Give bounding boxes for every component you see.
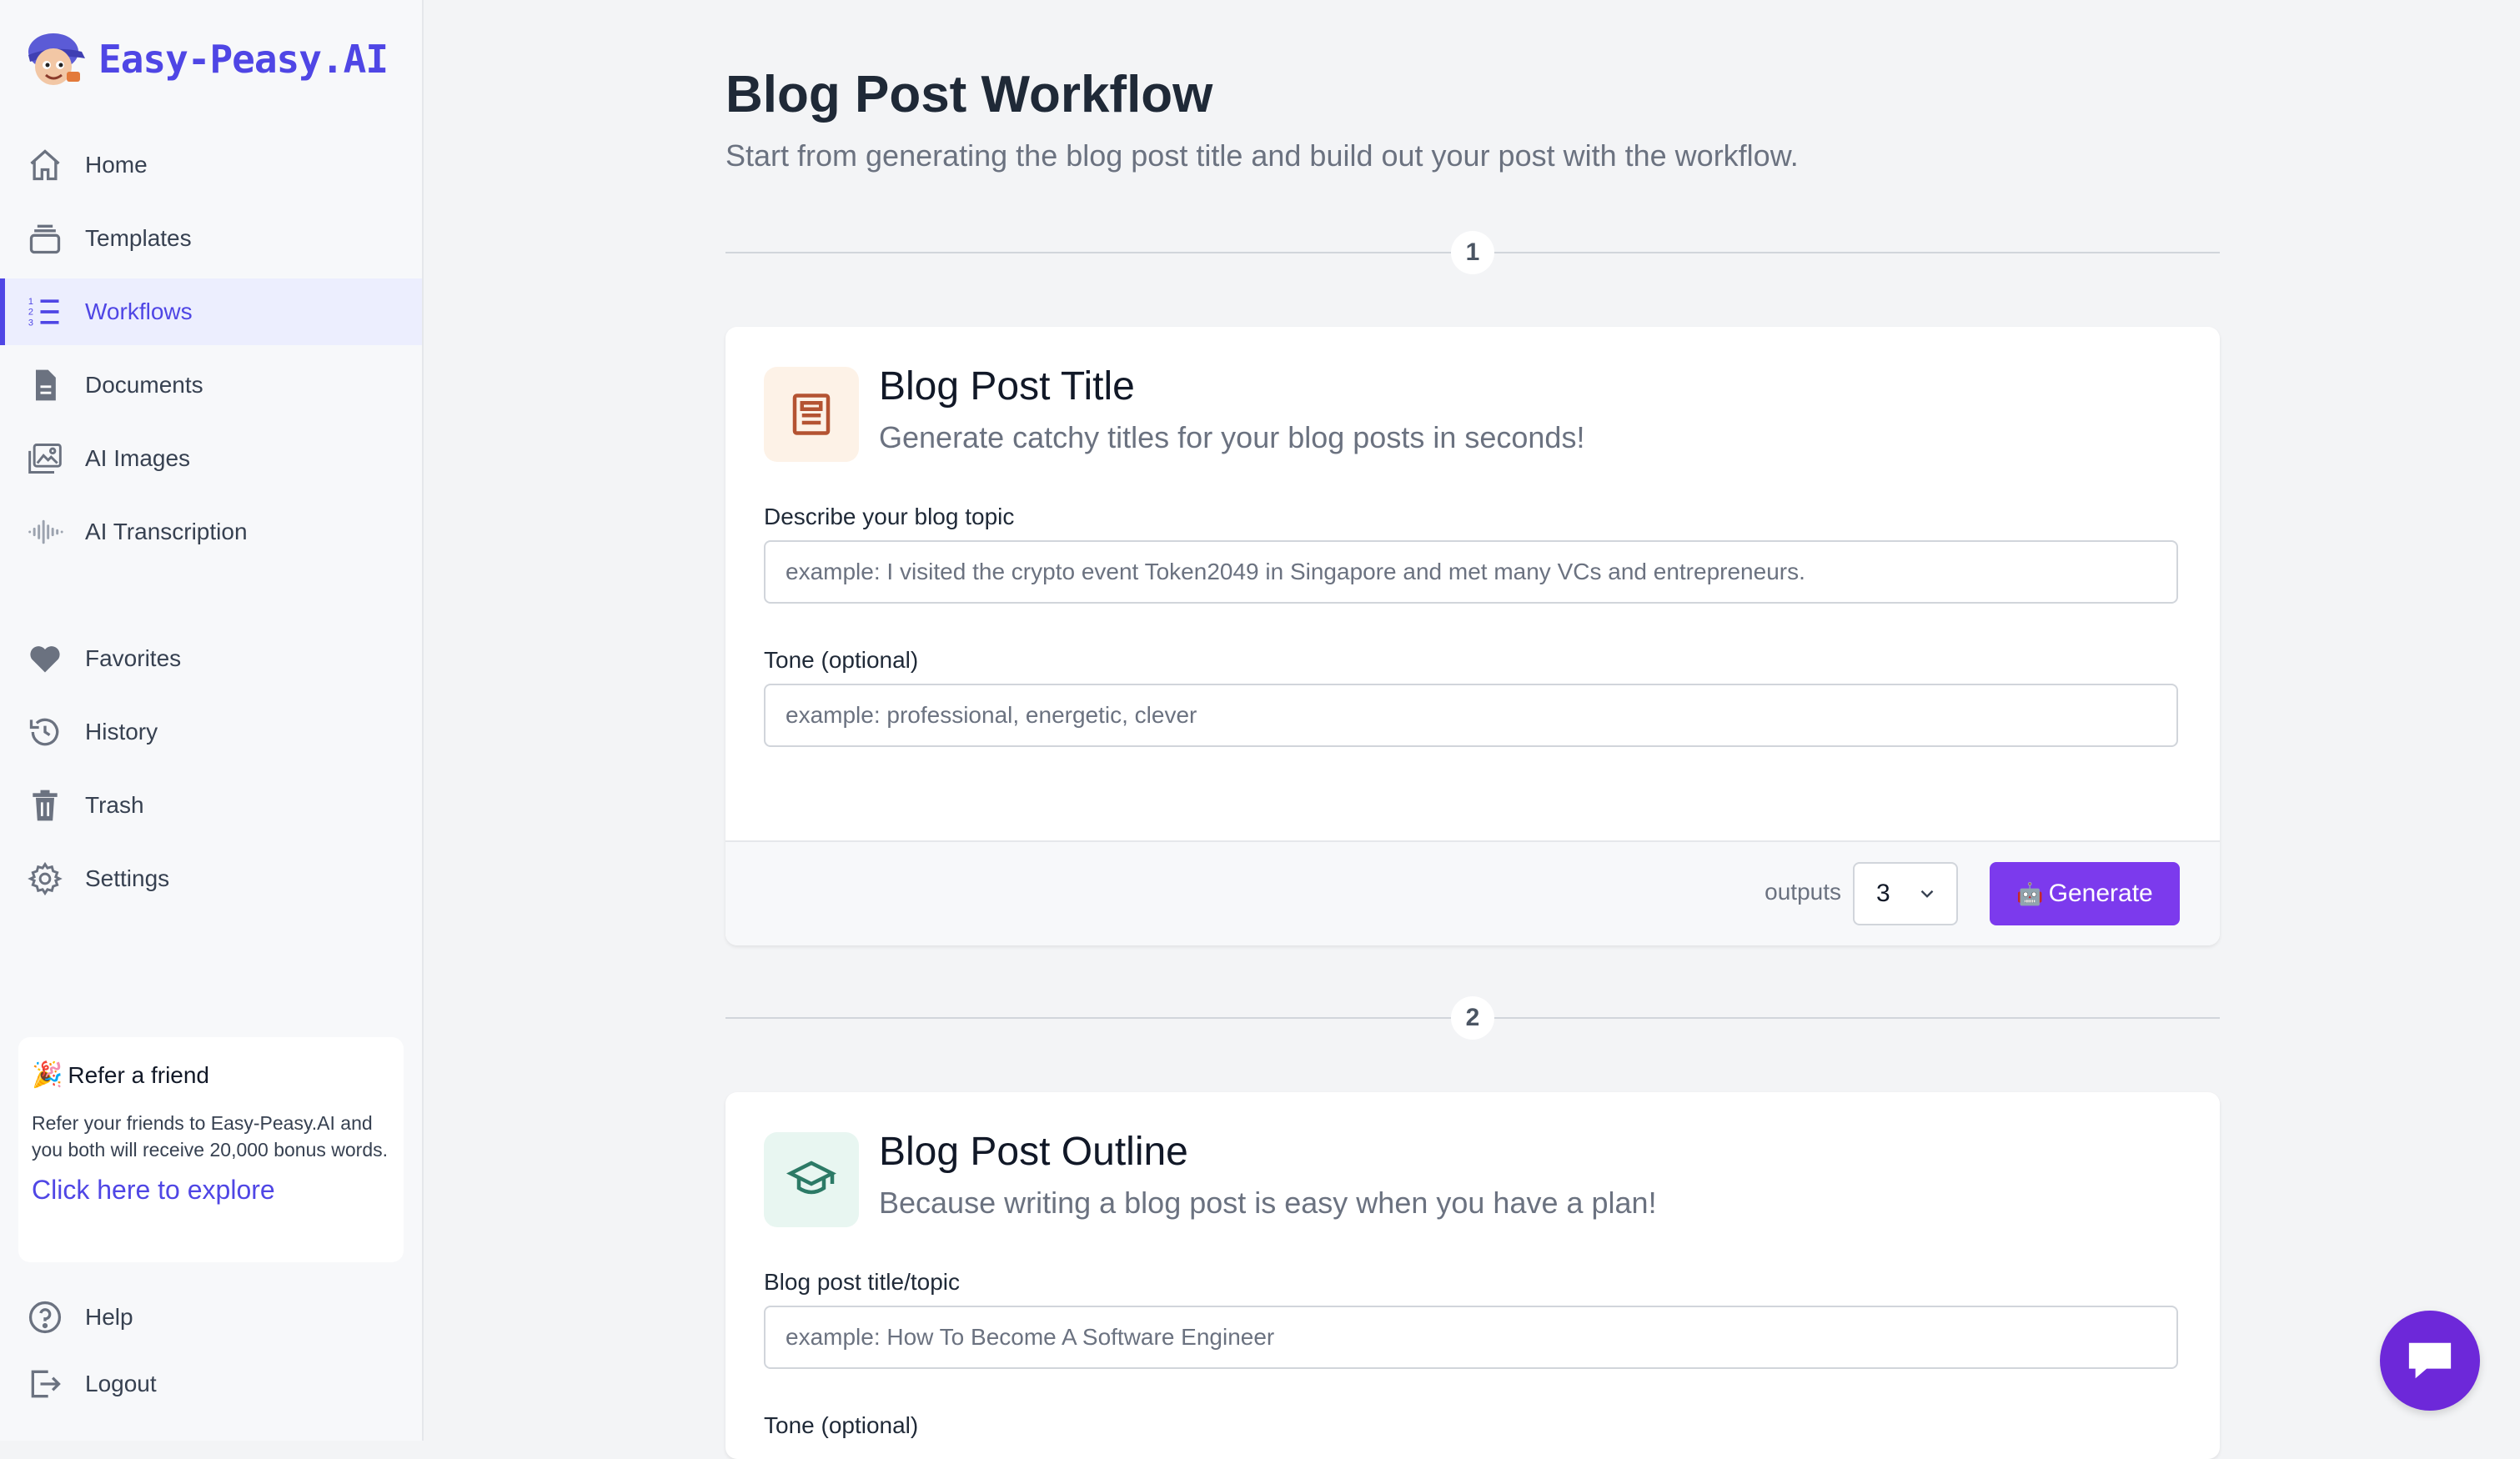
sidebar-item-label: Templates: [85, 225, 192, 251]
card-title: Blog Post Title: [879, 364, 1135, 409]
chevron-down-icon: [1920, 890, 1934, 898]
sidebar-item-label: Documents: [85, 372, 203, 398]
heart-icon: [25, 639, 65, 679]
document-icon: [25, 365, 65, 405]
gear-icon: [25, 859, 65, 899]
images-icon: [25, 439, 65, 479]
newspaper-icon: [764, 367, 859, 462]
sidebar-item-label: Logout: [85, 1371, 157, 1396]
sidebar-item-label: History: [85, 719, 158, 745]
sidebar-item-logout[interactable]: Logout: [0, 1351, 422, 1417]
sidebar-item-favorites[interactable]: Favorites: [0, 625, 422, 692]
sidebar-item-trash[interactable]: Trash: [0, 772, 422, 839]
graduation-cap-icon: [764, 1132, 859, 1227]
sidebar-item-ai-transcription[interactable]: AI Transcription: [0, 499, 422, 565]
sidebar-item-history[interactable]: History: [0, 699, 422, 765]
refer-a-friend-card: 🎉 Refer a friend Refer your friends to E…: [18, 1037, 404, 1262]
sidebar-item-settings[interactable]: Settings: [0, 845, 422, 912]
outputs-label: outputs: [1765, 879, 1841, 905]
blog-post-topic-input[interactable]: [764, 1306, 2178, 1369]
refer-body: Refer your friends to Easy-Peasy.AI and …: [32, 1112, 389, 1161]
svg-text:2: 2: [28, 308, 33, 318]
generate-button[interactable]: 🤖 Generate: [1990, 862, 2180, 925]
waveform-icon: [25, 512, 65, 552]
sidebar-item-label: AI Transcription: [85, 519, 248, 544]
card-footer: outputs 3 🤖 Generate: [725, 840, 2220, 945]
chat-widget-button[interactable]: [2380, 1311, 2480, 1411]
card-title: Blog Post Outline: [879, 1130, 1188, 1174]
trash-icon: [25, 785, 65, 825]
outputs-select[interactable]: 3: [1853, 862, 1958, 925]
logout-icon: [25, 1364, 65, 1404]
card-description: Generate catchy titles for your blog pos…: [879, 420, 1585, 454]
help-icon: [25, 1297, 65, 1337]
page-subtitle: Start from generating the blog post titl…: [725, 138, 1799, 173]
refer-title-row: 🎉 Refer a friend: [32, 1060, 390, 1090]
sidebar-item-documents[interactable]: Documents: [0, 352, 422, 419]
field-label: Blog post title/topic: [764, 1269, 961, 1295]
sidebar-item-help[interactable]: Help: [0, 1284, 422, 1351]
field-label: Tone (optional): [764, 1412, 919, 1438]
refer-title: Refer a friend: [68, 1061, 209, 1088]
robot-icon: 🤖: [2016, 880, 2044, 906]
card-description: Because writing a blog post is easy when…: [879, 1186, 1657, 1220]
generate-label: Generate: [2048, 880, 2153, 907]
field-label: Tone (optional): [764, 647, 919, 673]
sidebar-item-label: Home: [85, 152, 148, 178]
workflows-icon: 123: [25, 292, 65, 332]
party-popper-icon: 🎉: [32, 1061, 63, 1089]
tone-input[interactable]: [764, 684, 2178, 747]
home-icon: [25, 145, 65, 185]
sidebar-item-home[interactable]: Home: [0, 132, 422, 198]
page-title: Blog Post Workflow: [725, 66, 1213, 123]
svg-text:3: 3: [28, 318, 33, 328]
sidebar-item-label: Trash: [85, 792, 144, 818]
brand-name: Easy-Peasy.AI: [98, 37, 389, 82]
mascot-logo-icon: [28, 33, 85, 85]
refer-explore-link[interactable]: Click here to explore: [32, 1175, 390, 1206]
sidebar: Easy-Peasy.AI Home Templates 123 Workflo…: [0, 0, 424, 1441]
sidebar-item-label: Favorites: [85, 645, 182, 671]
templates-icon: [25, 218, 65, 258]
outputs-value: 3: [1876, 880, 1890, 907]
sidebar-item-templates[interactable]: Templates: [0, 205, 422, 272]
svg-text:1: 1: [28, 297, 33, 307]
field-label: Describe your blog topic: [764, 504, 1015, 529]
sidebar-item-ai-images[interactable]: AI Images: [0, 425, 422, 492]
sidebar-item-label: Workflows: [85, 298, 193, 324]
history-icon: [25, 712, 65, 752]
blog-post-title-card: Blog Post Title Generate catchy titles f…: [725, 327, 2220, 945]
blog-topic-input[interactable]: [764, 540, 2178, 604]
step-number-badge: 1: [1451, 231, 1494, 274]
sidebar-item-label: AI Images: [85, 445, 191, 471]
step-number-badge: 2: [1451, 996, 1494, 1040]
brand-logo-link[interactable]: Easy-Peasy.AI: [23, 30, 389, 88]
sidebar-item-workflows[interactable]: 123 Workflows: [0, 278, 422, 345]
chat-icon: [2408, 1342, 2452, 1379]
sidebar-item-label: Settings: [85, 865, 170, 891]
sidebar-item-label: Help: [85, 1304, 133, 1330]
blog-post-outline-card: Blog Post Outline Because writing a blog…: [725, 1092, 2220, 1459]
